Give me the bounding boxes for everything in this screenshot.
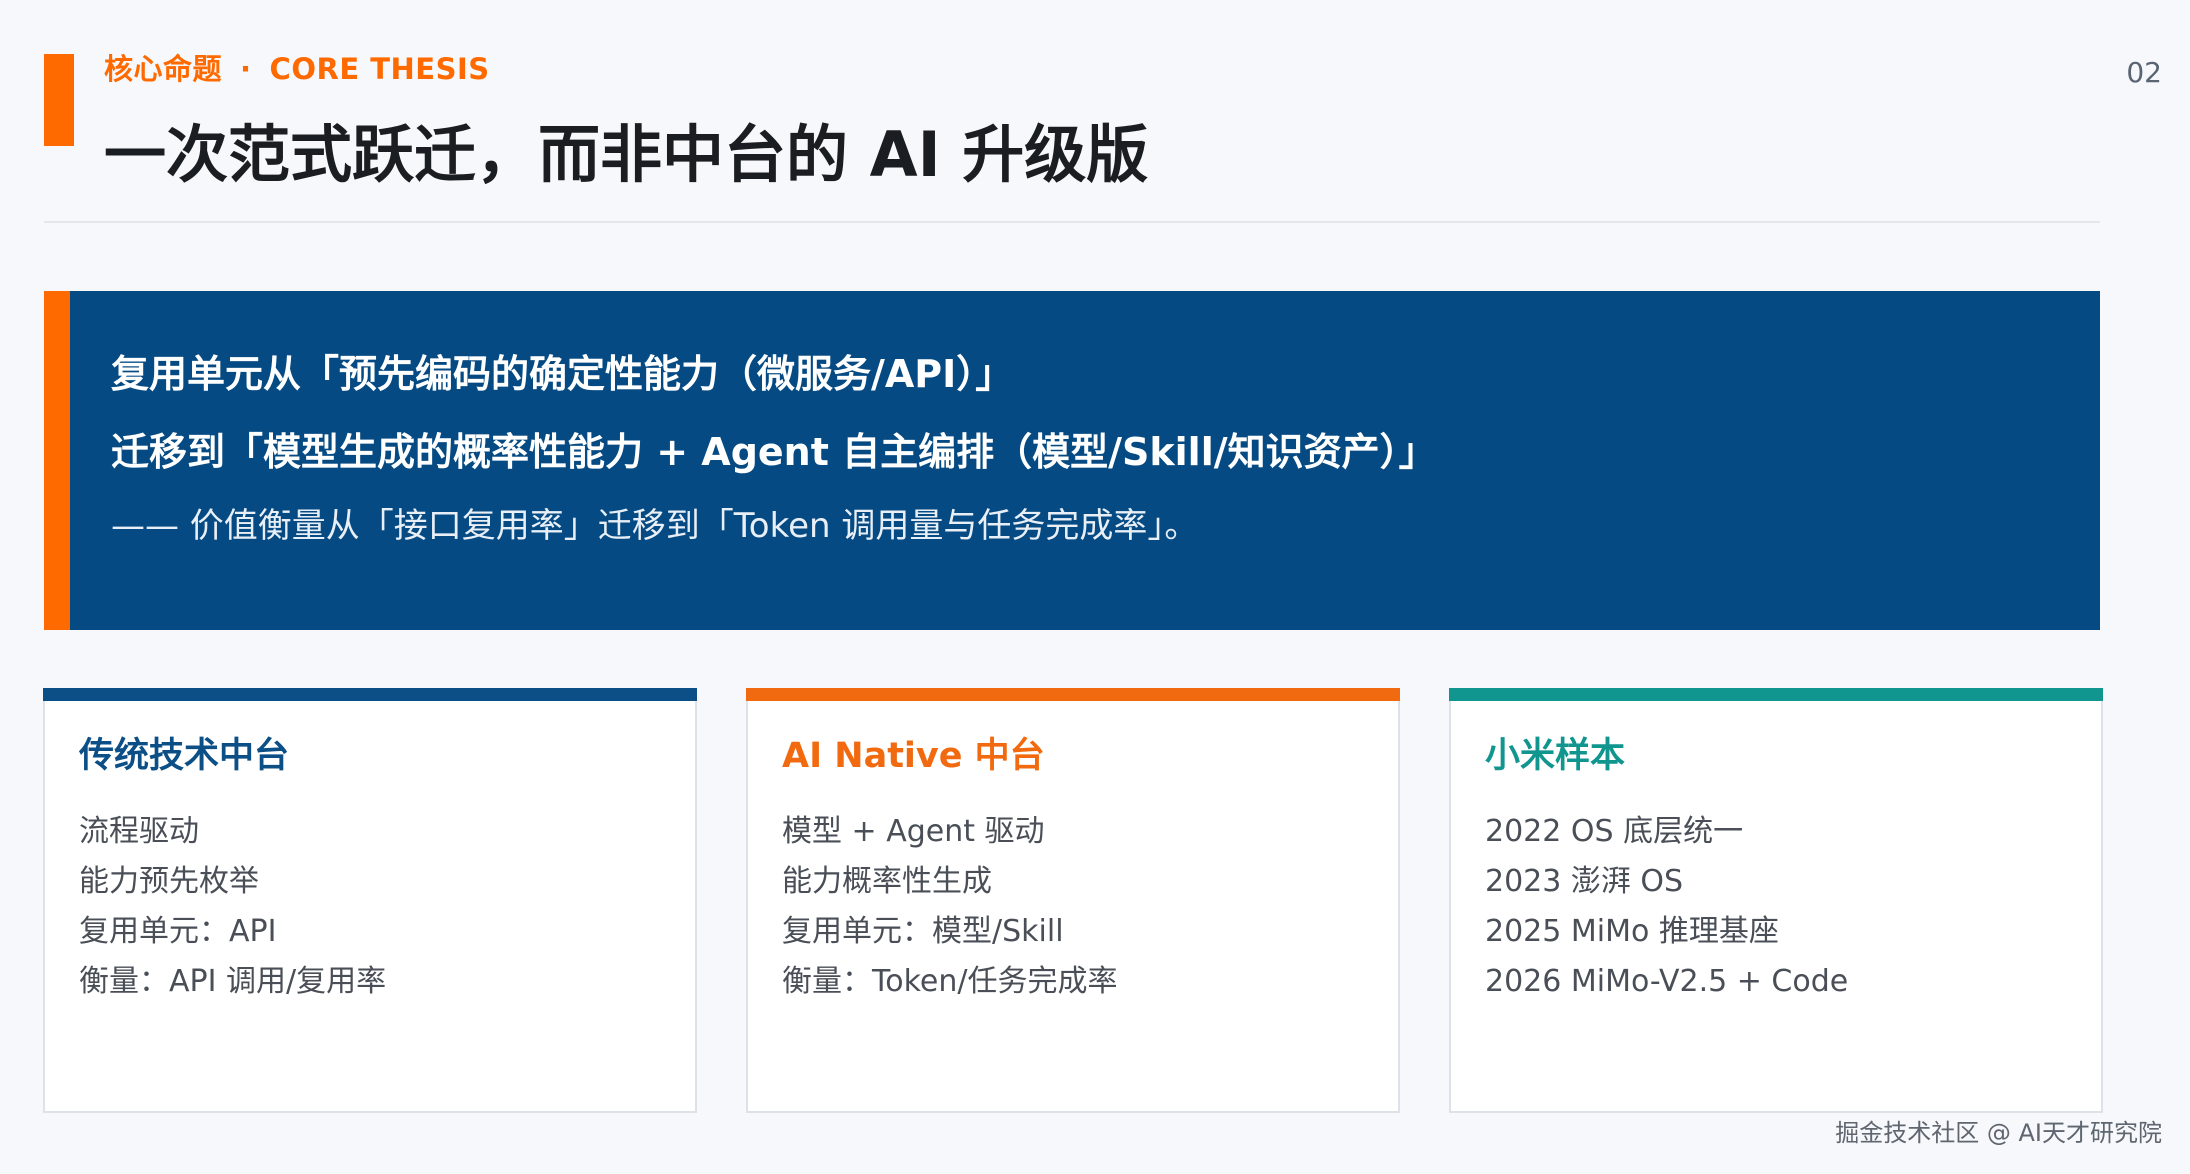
thesis-line-1: 复用单元从「预先编码的确定性能力（微服务/API）」 xyxy=(111,352,1014,396)
card-item: 2022 OS 底层统一 xyxy=(1485,814,1744,849)
eyebrow-chinese: 核心命题 xyxy=(104,52,223,86)
card-item: 模型 + Agent 驱动 xyxy=(782,814,1045,849)
thesis-accent-bar xyxy=(44,291,70,630)
eyebrow-label: 核心命题 · CORE THESIS xyxy=(104,46,490,88)
card-item: 复用单元：模型/Skill xyxy=(782,914,1064,949)
card-item: 2026 MiMo-V2.5 + Code xyxy=(1485,964,1849,999)
ai-native-platform-card: AI Native 中台 模型 + Agent 驱动 能力概率性生成 复用单元：… xyxy=(746,688,1400,1113)
card-item: 衡量：API 调用/复用率 xyxy=(79,964,387,999)
card-item: 流程驱动 xyxy=(79,814,199,849)
eyebrow-separator: · xyxy=(240,52,252,86)
card-items: 流程驱动 能力预先枚举 复用单元：API 衡量：API 调用/复用率 xyxy=(79,807,386,1007)
card-title: 传统技术中台 xyxy=(79,736,290,776)
card-item: 复用单元：API xyxy=(79,914,277,949)
header-accent-bar xyxy=(44,54,74,146)
card-item: 2025 MiMo 推理基座 xyxy=(1485,914,1779,949)
card-item: 能力概率性生成 xyxy=(782,864,992,899)
slide: 核心命题 · CORE THESIS 一次范式跃迁，而非中台的 AI 升级版 02 … xyxy=(0,0,2190,1174)
card-title: AI Native 中台 xyxy=(782,736,1045,776)
card-item: 能力预先枚举 xyxy=(79,864,259,899)
card-top-accent xyxy=(43,688,697,701)
card-top-accent xyxy=(746,688,1400,701)
card-items: 2022 OS 底层统一 2023 澎湃 OS 2025 MiMo 推理基座 2… xyxy=(1485,807,1848,1007)
traditional-platform-card: 传统技术中台 流程驱动 能力预先枚举 复用单元：API 衡量：API 调用/复用… xyxy=(43,688,697,1113)
header-divider xyxy=(44,221,2100,223)
thesis-line-2: 迁移到「模型生成的概率性能力 + Agent 自主编排（模型/Skill/知识资… xyxy=(111,430,1437,474)
card-item: 衡量：Token/任务完成率 xyxy=(782,964,1118,999)
card-top-accent xyxy=(1449,688,2103,701)
card-items: 模型 + Agent 驱动 能力概率性生成 复用单元：模型/Skill 衡量：T… xyxy=(782,807,1117,1007)
card-item: 2023 澎湃 OS xyxy=(1485,864,1684,899)
thesis-callout: 复用单元从「预先编码的确定性能力（微服务/API）」 迁移到「模型生成的概率性能… xyxy=(44,291,2100,630)
card-title: 小米样本 xyxy=(1485,736,1626,776)
thesis-line-3: —— 价值衡量从「接口复用率」迁移到「Token 调用量与任务完成率」。 xyxy=(111,506,1199,546)
eyebrow-english: CORE THESIS xyxy=(269,52,490,86)
page-number: 02 xyxy=(2126,56,2162,89)
watermark: 掘金技术社区 @ AI天才研究院 xyxy=(1835,1119,2162,1147)
xiaomi-sample-card: 小米样本 2022 OS 底层统一 2023 澎湃 OS 2025 MiMo 推… xyxy=(1449,688,2103,1113)
page-title: 一次范式跃迁，而非中台的 AI 升级版 xyxy=(104,118,1149,191)
